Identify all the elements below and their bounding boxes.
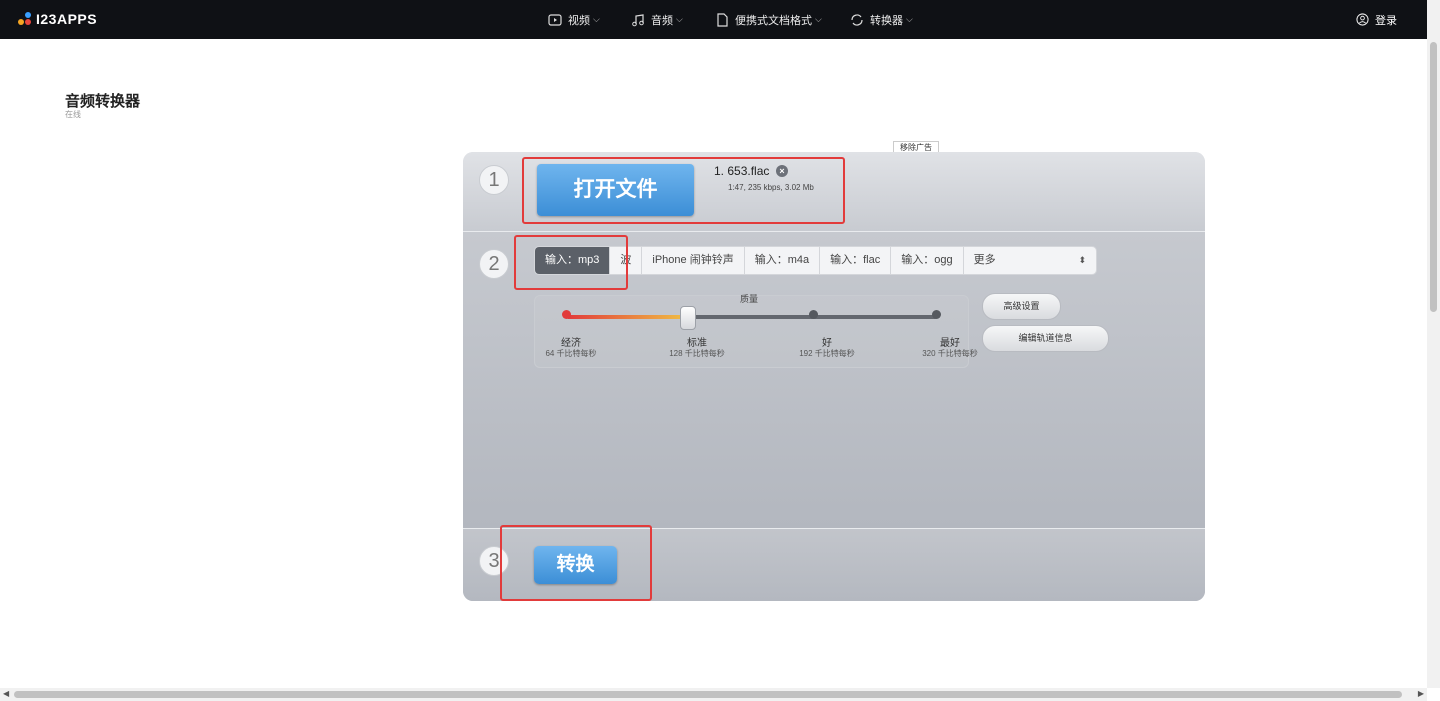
nav-item-converter[interactable]: 转换器 ⌵	[850, 0, 913, 39]
chevron-down-icon: ⌵	[676, 14, 683, 24]
chevron-down-icon: ⌵	[906, 14, 913, 24]
step-number-1: 1	[479, 165, 509, 195]
highlight-mp3-tab	[514, 235, 628, 290]
quality-slider-box: 质量 经济 64 千比特每秒 标准 128 千比特每秒 好 192 千比特每秒 …	[534, 294, 978, 368]
quality-slider-handle[interactable]	[680, 306, 696, 330]
convert-icon	[851, 13, 863, 26]
quality-name-good: 好	[822, 338, 832, 349]
nav-label: 视频	[568, 14, 590, 27]
nav-label: 便携式文档格式	[735, 14, 812, 27]
music-note-icon	[632, 13, 644, 26]
quality-stop-good[interactable]	[809, 310, 818, 319]
tab-ogg[interactable]: 输入：ogg	[891, 247, 964, 274]
nav-item-audio[interactable]: 音频 ⌵	[631, 0, 683, 39]
tab-more-dropdown[interactable]: 更多 ⬍	[964, 247, 1096, 274]
top-navigation-bar: I23APPS 视频 ⌵ 音频 ⌵ 便携式文档格式 ⌵ 转换器 ⌵ 登录	[0, 0, 1427, 39]
quality-name-standard: 标准	[687, 338, 707, 349]
login-button[interactable]: 登录	[1356, 0, 1397, 39]
page-title: 音频转换器	[65, 93, 141, 110]
horizontal-scrollbar[interactable]: ◀ ▶	[0, 688, 1427, 701]
page-subtitle: 在线	[65, 110, 81, 119]
logo-dots-icon	[18, 12, 32, 26]
quality-name-best: 最好	[940, 338, 960, 349]
updown-arrows-icon: ⬍	[1078, 255, 1086, 265]
edit-track-info-button[interactable]: 编辑轨道信息	[982, 325, 1109, 352]
highlight-convert	[500, 525, 652, 601]
user-icon	[1356, 13, 1369, 26]
quality-rate-economy: 64 千比特每秒	[545, 349, 597, 358]
quality-slider-fill	[567, 315, 690, 319]
scroll-left-arrow-icon[interactable]: ◀	[3, 689, 9, 698]
chevron-down-icon: ⌵	[815, 14, 822, 24]
tab-iphone-ringtone[interactable]: iPhone 闹钟铃声	[642, 247, 745, 274]
nav-item-video[interactable]: 视频 ⌵	[548, 0, 600, 39]
tab-m4a[interactable]: 输入：m4a	[745, 247, 821, 274]
quality-stop-best[interactable]	[932, 310, 941, 319]
advanced-settings-button[interactable]: 高级设置	[982, 293, 1061, 320]
video-icon	[548, 13, 562, 26]
quality-rate-standard: 128 千比特每秒	[669, 349, 725, 358]
quality-rate-best: 320 千比特每秒	[922, 349, 978, 358]
nav-item-pdf[interactable]: 便携式文档格式 ⌵	[715, 0, 822, 39]
quality-name-economy: 经济	[561, 338, 581, 349]
quality-label: 质量	[740, 294, 759, 304]
step-number-2: 2	[479, 249, 509, 279]
quality-rate-good: 192 千比特每秒	[799, 349, 855, 358]
vertical-scrollbar-thumb[interactable]	[1430, 42, 1437, 312]
nav-label: 转换器	[870, 14, 903, 27]
quality-stop-economy[interactable]	[562, 310, 571, 319]
nav-label: 音频	[651, 14, 673, 27]
tab-flac[interactable]: 输入：flac	[820, 247, 892, 274]
document-icon	[717, 12, 728, 27]
scroll-right-arrow-icon[interactable]: ▶	[1418, 689, 1424, 698]
login-label: 登录	[1375, 14, 1397, 27]
more-label: 更多	[973, 254, 996, 266]
highlight-open-file	[522, 157, 845, 224]
quality-slider-track[interactable]	[567, 315, 937, 319]
horizontal-scrollbar-thumb[interactable]	[14, 691, 1402, 698]
logo-text: I23APPS	[36, 11, 98, 27]
site-logo[interactable]: I23APPS	[18, 10, 97, 28]
chevron-down-icon: ⌵	[593, 14, 600, 24]
vertical-scrollbar[interactable]	[1427, 0, 1440, 688]
